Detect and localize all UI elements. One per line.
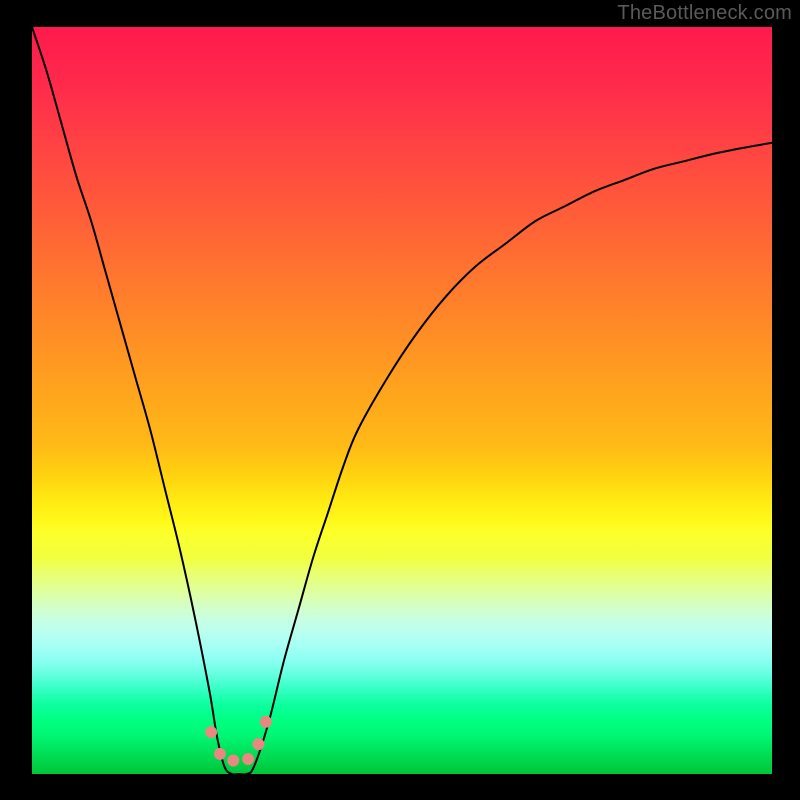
data-marker — [214, 748, 226, 760]
data-marker — [227, 755, 239, 767]
data-marker — [260, 716, 272, 728]
chart-svg — [0, 0, 800, 800]
data-marker — [205, 726, 217, 738]
data-marker — [242, 753, 254, 765]
bottleneck-curve — [32, 27, 772, 775]
watermark-text: TheBottleneck.com — [617, 2, 792, 25]
data-marker — [252, 738, 264, 750]
chart-frame: TheBottleneck.com — [0, 0, 800, 800]
